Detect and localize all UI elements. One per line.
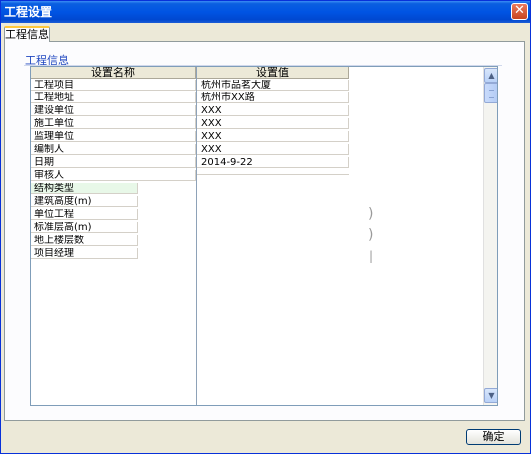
row-name[interactable]: 标准层高(m) — [31, 222, 138, 233]
row-name[interactable]: 建设单位 — [31, 105, 196, 116]
row-name[interactable]: 地上楼层数 — [31, 235, 138, 246]
row-value[interactable]: XXX — [197, 131, 349, 142]
row-value[interactable]: XXX — [197, 118, 349, 129]
row-value[interactable]: 杭州市品茗大厦 — [197, 80, 349, 91]
scroll-up-button[interactable]: ▲ — [484, 68, 497, 83]
row-value[interactable]: XXX — [197, 105, 349, 116]
row-value[interactable] — [197, 170, 349, 175]
settings-grid: 设置名称 设置值 工程项目 杭州市品茗大厦 工程地址 杭州市XX路 建设单位 X… — [30, 66, 498, 406]
row-name[interactable]: 编制人 — [31, 144, 196, 155]
row-value[interactable]: 2014-9-22 — [197, 157, 349, 168]
row-value[interactable]: 杭州市XX路 — [197, 92, 349, 103]
column-header-name[interactable]: 设置名称 — [31, 67, 196, 79]
render-artifact: | — [369, 249, 374, 263]
row-name[interactable]: 单位工程 — [31, 209, 138, 220]
close-button[interactable]: ✕ — [511, 3, 528, 20]
row-name[interactable]: 日期 — [31, 157, 196, 168]
row-name[interactable]: 施工单位 — [31, 118, 196, 129]
ok-button[interactable]: 确定 — [466, 429, 521, 445]
row-name[interactable]: 监理单位 — [31, 131, 196, 142]
chevron-up-icon: ▲ — [488, 71, 495, 80]
vertical-scrollbar[interactable]: ▲ ▼ — [483, 67, 497, 405]
render-artifact: ) — [368, 227, 374, 243]
row-name[interactable]: 项目经理 — [31, 248, 138, 259]
render-artifact: ) — [368, 206, 374, 222]
row-name[interactable]: 审核人 — [31, 170, 196, 181]
scroll-thumb[interactable] — [484, 83, 497, 103]
chevron-down-icon: ▼ — [488, 391, 495, 400]
title-bar[interactable]: 工程设置 ✕ — [1, 1, 530, 23]
window-title: 工程设置 — [4, 5, 53, 19]
row-name[interactable]: 结构类型 — [31, 183, 138, 194]
scroll-down-button[interactable]: ▼ — [484, 388, 497, 403]
row-name[interactable]: 建筑高度(m) — [31, 196, 138, 207]
row-name[interactable]: 工程项目 — [31, 80, 196, 91]
tab-project-info[interactable]: 工程信息 — [4, 26, 50, 42]
row-value[interactable]: XXX — [197, 144, 349, 155]
row-name[interactable]: 工程地址 — [31, 92, 196, 103]
close-icon: ✕ — [514, 3, 525, 18]
column-header-value[interactable]: 设置值 — [197, 67, 349, 79]
